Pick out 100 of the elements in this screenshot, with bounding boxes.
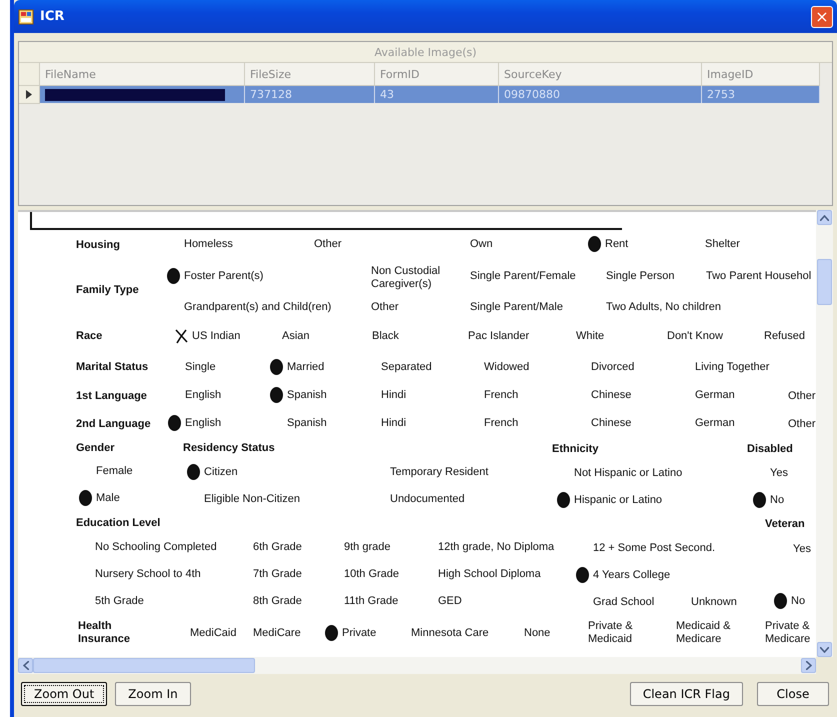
- option-text: French: [484, 417, 518, 430]
- table-cell: 43: [375, 86, 499, 103]
- option-text: 12th grade, No Diploma: [438, 541, 554, 554]
- option-text: Minnesota Care: [411, 627, 489, 640]
- option-text: Single Person: [606, 270, 674, 283]
- field-label: Residency Status: [183, 442, 275, 455]
- option-text: MediCare: [253, 627, 301, 640]
- option-text: Yes: [770, 467, 788, 480]
- option-text: Two Parent Househol: [706, 270, 812, 283]
- option-text: Black: [372, 330, 399, 343]
- option-text: Other: [371, 301, 399, 314]
- option-text: High School Diploma: [438, 568, 541, 581]
- option-text: Temporary Resident: [390, 466, 488, 479]
- option-text: Don't Know: [667, 330, 723, 343]
- row-header[interactable]: [19, 86, 40, 104]
- option-text: 5th Grade: [95, 595, 144, 608]
- option-text: No: [791, 595, 806, 608]
- scroll-left-button[interactable]: [18, 658, 33, 673]
- option-text: 8th Grade: [253, 595, 302, 608]
- field-label: 2nd Language: [76, 418, 151, 431]
- option-text: Female: [96, 465, 133, 478]
- field-label: Family Type: [76, 284, 139, 297]
- column-header[interactable]: SourceKey: [499, 63, 702, 86]
- option-text: Private & Medicaid: [588, 620, 634, 646]
- table-cell: 737128: [245, 86, 375, 103]
- field-label: 1st Language: [76, 390, 147, 403]
- field-label: Ethnicity: [552, 443, 598, 456]
- close-button[interactable]: ×: [811, 6, 833, 28]
- table-cell: 09870880: [499, 86, 702, 103]
- option-text: Non Custodial Caregiver(s): [371, 265, 442, 291]
- option-text: Own: [470, 238, 493, 251]
- option-text: Other: [314, 238, 342, 251]
- option-text: Other: [788, 418, 816, 431]
- option-text: Widowed: [484, 361, 530, 374]
- option-text: Undocumented: [390, 493, 465, 506]
- option-text: 9th grade: [344, 541, 390, 554]
- option-text: Citizen: [204, 466, 238, 479]
- grid-caption: Available Image(s): [19, 42, 832, 63]
- option-text: Divorced: [591, 361, 634, 374]
- option-text: No Schooling Completed: [95, 541, 217, 554]
- option-text: Private & Medicare: [765, 620, 812, 646]
- option-text: Rent: [605, 238, 628, 251]
- scroll-up-button[interactable]: [817, 210, 832, 225]
- column-header[interactable]: ImageID: [702, 63, 820, 86]
- field-label: Health Insurance: [78, 620, 131, 646]
- field-label: Education Level: [76, 517, 160, 530]
- option-text: Other: [788, 390, 816, 403]
- option-text: US Indian: [192, 330, 240, 343]
- column-header[interactable]: FormID: [375, 63, 499, 86]
- field-label: Race: [76, 330, 102, 343]
- scroll-thumb[interactable]: [33, 658, 255, 673]
- field-label: Veteran: [765, 518, 805, 531]
- option-text: Not Hispanic or Latino: [574, 467, 682, 480]
- option-text: Separated: [381, 361, 432, 374]
- option-text: Spanish: [287, 389, 327, 402]
- app-icon: [18, 8, 34, 24]
- option-text: GED: [438, 595, 462, 608]
- field-label: Gender: [76, 442, 115, 455]
- option-text: 7th Grade: [253, 568, 302, 581]
- dialog-button[interactable]: Close: [757, 682, 829, 706]
- option-text: 4 Years College: [593, 569, 670, 582]
- option-text: Chinese: [591, 417, 632, 430]
- scroll-right-button[interactable]: [801, 658, 816, 673]
- option-text: Shelter: [705, 238, 740, 251]
- option-text: Asian: [282, 330, 310, 343]
- field-label: Housing: [76, 239, 120, 252]
- option-text: Yes: [793, 543, 811, 556]
- option-text: Chinese: [591, 389, 632, 402]
- field-label: Marital Status: [76, 361, 148, 374]
- option-text: English: [185, 417, 222, 430]
- scroll-down-button[interactable]: [817, 642, 832, 657]
- dialog-button[interactable]: Zoom In: [115, 682, 191, 706]
- column-header[interactable]: FileName: [40, 63, 245, 86]
- option-text: Medicaid & Medicare: [676, 620, 732, 646]
- option-text: Foster Parent(s): [184, 270, 264, 283]
- option-text: 11th Grade: [344, 595, 398, 608]
- option-text: 10th Grade: [344, 568, 400, 581]
- table-cell: 2753: [702, 86, 820, 103]
- window-title: ICR: [40, 9, 66, 24]
- option-text: Single: [185, 361, 216, 374]
- option-text: Nursery School to 4th: [95, 568, 201, 581]
- field-label: Disabled: [747, 443, 793, 456]
- option-text: No: [770, 494, 784, 507]
- option-text: Living Together: [695, 361, 770, 374]
- option-text: 6th Grade: [253, 541, 302, 554]
- option-text: Two Adults, No children: [606, 301, 721, 314]
- option-text: MediCaid: [190, 627, 236, 640]
- dialog-button[interactable]: Clean ICR Flag: [630, 682, 743, 706]
- option-text: German: [695, 417, 735, 430]
- option-text: German: [695, 389, 735, 402]
- option-text: Unknown: [691, 596, 737, 609]
- option-text: White: [576, 330, 604, 343]
- option-text: Single Parent/Male: [470, 301, 563, 314]
- column-header[interactable]: FileSize: [245, 63, 375, 86]
- scroll-thumb[interactable]: [817, 259, 832, 305]
- option-text: Private: [342, 627, 376, 640]
- option-text: Grad School: [593, 596, 654, 609]
- option-text: Single Parent/Female: [470, 270, 576, 283]
- dialog-button[interactable]: Zoom Out: [21, 682, 108, 706]
- option-text: Grandparent(s) and Child(ren): [184, 301, 332, 314]
